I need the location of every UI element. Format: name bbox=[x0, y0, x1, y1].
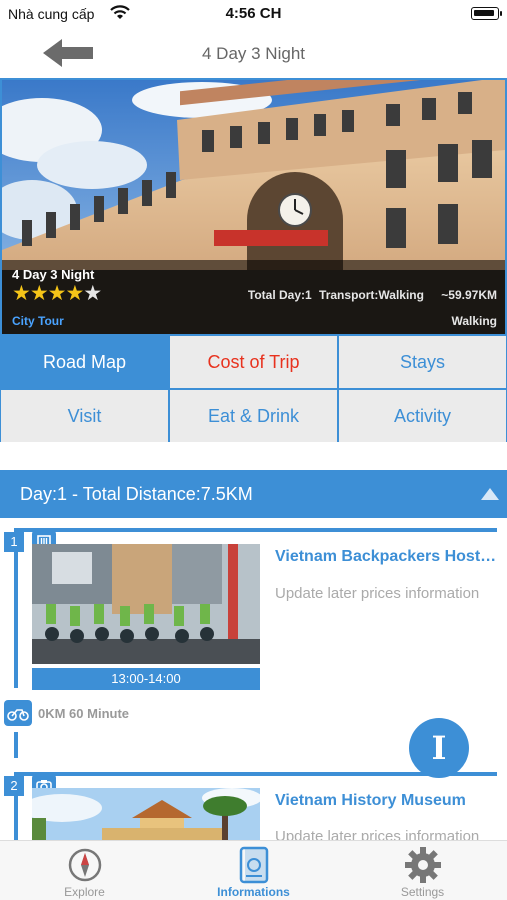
museum-photo bbox=[32, 788, 260, 840]
tabbar-informations[interactable]: Informations bbox=[169, 841, 338, 900]
star-icon: ★ bbox=[47, 282, 67, 305]
stop-title[interactable]: Vietnam History Museum bbox=[275, 792, 499, 810]
status-bar: Nhà cung cấp 4:56 CH bbox=[0, 0, 507, 28]
stop-description: Update later prices information bbox=[275, 585, 480, 602]
tab-visit[interactable]: Visit bbox=[1, 390, 168, 442]
navigation-bar: 4 Day 3 Night bbox=[0, 28, 507, 78]
section-tabs: Road Map Cost of Trip Stays Visit Eat & … bbox=[0, 336, 507, 442]
motorbike-glyph bbox=[7, 709, 29, 721]
tab-activity[interactable]: Activity bbox=[339, 390, 506, 442]
stop-photo[interactable] bbox=[32, 788, 260, 840]
stop-description: Update later prices information bbox=[275, 828, 480, 840]
itinerary-list[interactable]: 1 13:00-14:00 Vietnam Backpackers Hostel… bbox=[0, 518, 507, 840]
star-icon: ★ bbox=[12, 282, 31, 305]
transit-info: 0KM 60 Minute bbox=[38, 706, 130, 721]
bottom-tab-bar: Explore Informations Settings bbox=[0, 840, 507, 900]
rating-stars: ★★★★★ bbox=[12, 281, 102, 306]
star-icon: ★ bbox=[83, 282, 102, 305]
tabbar-informations-label: Informations bbox=[217, 885, 290, 899]
compass-icon bbox=[68, 848, 101, 882]
tab-eat-drink[interactable]: Eat & Drink bbox=[170, 390, 337, 442]
stop-title[interactable]: Vietnam Backpackers Hostels bbox=[275, 548, 499, 566]
day-header-title: Day:1 - Total Distance:7.5KM bbox=[20, 484, 253, 504]
tab-stays[interactable]: Stays bbox=[339, 336, 506, 388]
tabbar-settings-label: Settings bbox=[400, 885, 445, 899]
tab-road-map[interactable]: Road Map bbox=[1, 336, 168, 388]
tab-cost-of-trip[interactable]: Cost of Trip bbox=[170, 336, 337, 388]
page-title: 4 Day 3 Night bbox=[202, 44, 305, 63]
star-icon: ★ bbox=[29, 282, 49, 305]
status-time: 4:56 CH bbox=[225, 5, 282, 22]
timeline-line bbox=[14, 732, 18, 758]
tabbar-explore[interactable]: Explore bbox=[0, 841, 169, 900]
caret-up-icon[interactable] bbox=[481, 488, 499, 500]
document-icon bbox=[239, 846, 268, 884]
tabbar-settings[interactable]: Settings bbox=[338, 841, 507, 900]
distance: ~59.97KM bbox=[441, 288, 497, 302]
info-button[interactable]: I bbox=[409, 718, 469, 778]
tour-cover: 4 Day 3 Night ★★★★★ City Tour Total Day:… bbox=[0, 78, 507, 336]
tour-title: 4 Day 3 Night bbox=[12, 267, 95, 282]
stop-photo[interactable] bbox=[32, 544, 260, 664]
tabbar-explore-label: Explore bbox=[64, 885, 105, 899]
star-icon: ★ bbox=[65, 282, 84, 305]
total-day: Total Day:1 bbox=[247, 288, 312, 302]
stop-divider bbox=[14, 528, 497, 532]
gear-icon bbox=[404, 847, 441, 883]
stop-number: 2 bbox=[4, 776, 24, 796]
transport: Transport:Walking bbox=[319, 288, 424, 302]
tour-category: City Tour bbox=[12, 314, 64, 328]
stop-number: 1 bbox=[4, 532, 24, 552]
transport-mode: Walking bbox=[451, 314, 497, 328]
tour-summary: Total Day:1 Transport:Walking ~59.97KM bbox=[234, 288, 497, 302]
stop-time: 13:00-14:00 bbox=[32, 668, 260, 690]
hostel-photo bbox=[32, 544, 260, 664]
battery-icon bbox=[471, 7, 502, 20]
motorbike-icon bbox=[4, 700, 32, 726]
timeline-line bbox=[14, 528, 18, 688]
day-section-header[interactable]: Day:1 - Total Distance:7.5KM bbox=[0, 470, 507, 518]
